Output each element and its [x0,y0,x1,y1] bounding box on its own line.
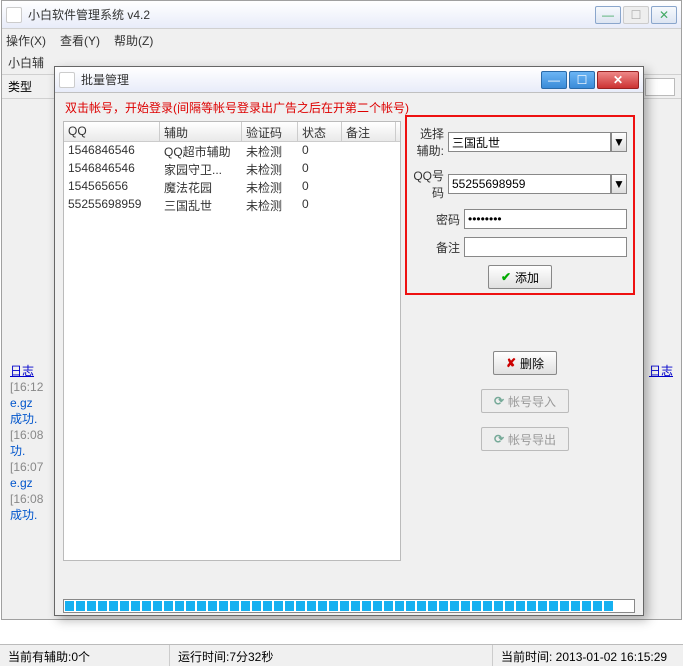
aux-label: 选择辅助: [413,125,444,159]
table-row[interactable]: 55255698959三国乱世未检测0 [64,196,400,214]
batch-dialog: 批量管理 — ☐ ✕ 双击帐号，开始登录(间隔等帐号登录出广告之后在开第二个帐号… [54,66,644,616]
password-label: 密码 [413,211,460,228]
cell-stat: 0 [298,160,342,178]
import-button-label: 帐号导入 [508,393,556,410]
filter-label: 类型 [8,78,32,95]
cell-note [342,178,396,196]
cell-stat: 0 [298,178,342,196]
cell-ver: 未检测 [242,160,298,178]
maximize-button: ☐ [623,6,649,24]
qq-input[interactable] [448,174,611,194]
col-qq[interactable]: QQ [64,122,160,141]
delete-button-label: 删除 [520,355,544,372]
cell-note [342,196,396,214]
dialog-titlebar[interactable]: 批量管理 — ☐ ✕ [55,67,643,93]
cell-aux: 三国乱世 [160,196,242,214]
cell-qq: 1546846546 [64,142,160,160]
cell-stat: 0 [298,196,342,214]
dialog-icon [59,72,75,88]
menu-view[interactable]: 查看(Y) [60,32,100,49]
log-header[interactable]: 日志 [10,363,34,379]
cell-aux: QQ超市辅助 [160,142,242,160]
menu-help[interactable]: 帮助(Z) [114,32,153,49]
x-icon: ✘ [506,356,516,370]
status-right: 当前时间: 2013-01-02 16:15:29 [493,645,683,666]
close-button[interactable]: ✕ [651,6,677,24]
col-status[interactable]: 状态 [298,122,342,141]
hint-text: 双击帐号，开始登录(间隔等帐号登录出广告之后在开第二个帐号) [63,99,635,116]
filter-box[interactable] [645,78,675,96]
aux-select[interactable]: ▼ [448,132,627,152]
export-button[interactable]: ⟳ 帐号导出 [481,427,569,451]
cell-note [342,160,396,178]
col-note[interactable]: 备注 [342,122,396,141]
cell-qq: 154565656 [64,178,160,196]
cell-ver: 未检测 [242,178,298,196]
col-verify[interactable]: 验证码 [242,122,298,141]
chevron-down-icon[interactable]: ▼ [611,132,627,152]
cell-ver: 未检测 [242,142,298,160]
add-account-form: 选择辅助: ▼ QQ号码 ▼ 密码 备注 [405,115,635,295]
note-input[interactable] [464,237,627,257]
aux-select-input[interactable] [448,132,611,152]
cell-qq: 55255698959 [64,196,160,214]
toolbar-label: 小白辅 [8,54,44,71]
menubar: 操作(X) 查看(Y) 帮助(Z) [2,29,681,51]
delete-button[interactable]: ✘ 删除 [493,351,557,375]
status-left: 当前有辅助:0个 [0,645,170,666]
refresh-icon: ⟳ [494,394,504,408]
app-icon [6,7,22,23]
table-header: QQ 辅助 验证码 状态 备注 [64,122,400,142]
export-button-label: 帐号导出 [508,431,556,448]
add-button[interactable]: ✔ 添加 [488,265,552,289]
status-mid: 运行时间:7分32秒 [170,645,493,666]
cell-qq: 1546846546 [64,160,160,178]
table-row[interactable]: 1546846546家园守卫...未检测0 [64,160,400,178]
check-icon: ✔ [501,270,511,284]
account-table[interactable]: QQ 辅助 验证码 状态 备注 1546846546QQ超市辅助未检测01546… [63,121,401,561]
qq-label: QQ号码 [413,167,444,201]
dialog-maximize-button[interactable]: ☐ [569,71,595,89]
dialog-title: 批量管理 [81,71,541,88]
progress-bar [63,599,635,613]
side-buttons: ✘ 删除 ⟳ 帐号导入 ⟳ 帐号导出 [415,311,635,451]
note-label: 备注 [413,239,460,256]
table-row[interactable]: 1546846546QQ超市辅助未检测0 [64,142,400,160]
cell-aux: 魔法花园 [160,178,242,196]
cell-note [342,142,396,160]
table-row[interactable]: 154565656魔法花园未检测0 [64,178,400,196]
cell-ver: 未检测 [242,196,298,214]
import-button[interactable]: ⟳ 帐号导入 [481,389,569,413]
status-bar: 当前有辅助:0个 运行时间:7分32秒 当前时间: 2013-01-02 16:… [0,644,683,666]
cell-aux: 家园守卫... [160,160,242,178]
cell-stat: 0 [298,142,342,160]
add-button-label: 添加 [515,269,539,286]
app-title: 小白软件管理系统 v4.2 [28,6,595,23]
menu-operate[interactable]: 操作(X) [6,32,46,49]
qq-select[interactable]: ▼ [448,174,627,194]
log-header-right[interactable]: 日志 [649,363,673,379]
dialog-close-button[interactable]: ✕ [597,71,639,89]
col-aux[interactable]: 辅助 [160,122,242,141]
chevron-down-icon[interactable]: ▼ [611,174,627,194]
minimize-button[interactable]: — [595,6,621,24]
refresh-icon: ⟳ [494,432,504,446]
dialog-minimize-button[interactable]: — [541,71,567,89]
main-titlebar[interactable]: 小白软件管理系统 v4.2 — ☐ ✕ [2,1,681,29]
password-input[interactable] [464,209,627,229]
